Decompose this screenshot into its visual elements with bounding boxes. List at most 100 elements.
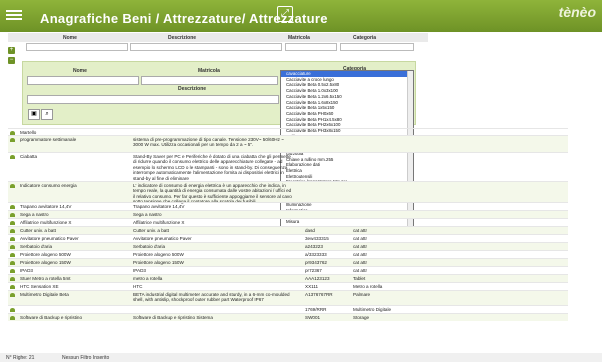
- table-row[interactable]: 1769/RRR Multimetro Digitale: [8, 305, 568, 313]
- cell-desc: Sega a nastro: [133, 212, 162, 217]
- cell-desc: Cutter univ. a batt: [133, 228, 169, 233]
- equipment-icon: [10, 155, 15, 159]
- cell-name: IPAD3: [20, 268, 33, 273]
- cell-desc: Proiettore alogeno 500W: [133, 252, 184, 257]
- nome-label: Nome: [73, 68, 87, 74]
- table-row[interactable]: Cutter univ. a batt Cutter univ. a batt da…: [8, 226, 568, 234]
- status-footer: N° Righe: 21 Nessun Filtro Inserito: [0, 353, 602, 362]
- matricola-label: Matricola: [198, 68, 220, 74]
- filter-row: [8, 43, 428, 51]
- matricola-field[interactable]: [141, 76, 278, 85]
- equipment-icon: [10, 237, 15, 241]
- table-row[interactable]: Avvitatore pneumatico Paver Avvitatore pn…: [8, 234, 568, 242]
- filter-status: Nessun Filtro Inserito: [62, 355, 110, 361]
- cell-desc: Stand-By Saver per PC e Periferiche è do…: [133, 154, 291, 181]
- menu-icon[interactable]: [6, 8, 22, 22]
- cell-categoria: cat attr: [353, 260, 368, 265]
- column-header-descrizione[interactable]: Descrizione: [168, 35, 196, 41]
- filter-matricola-input[interactable]: [285, 43, 337, 51]
- cell-categoria: Palmare: [353, 292, 371, 297]
- nome-field[interactable]: [27, 76, 139, 85]
- cell-name: programmatore settimanale: [20, 137, 77, 142]
- cell-matricola: pr72367: [305, 268, 322, 273]
- grid-header: Nome Descrizione Matricola Categoria: [8, 33, 428, 42]
- equipment-icon: [10, 285, 15, 289]
- cell-name: HTC Sensation XE: [20, 284, 59, 289]
- equipment-icon: [10, 229, 15, 233]
- descrizione-field[interactable]: [27, 95, 279, 104]
- cell-desc: Avvitatore pneumatico Paver: [133, 236, 192, 241]
- table-row[interactable]: Proiettore alogeno 150W Proiettore alogen…: [8, 258, 568, 266]
- filter-categoria-select[interactable]: [340, 43, 414, 51]
- cell-desc: Serbatoio d'aria: [133, 244, 166, 249]
- cell-categoria: Tablet: [353, 276, 366, 281]
- table-row[interactable]: Indicatore consumo energia L' indicatore …: [8, 181, 568, 204]
- expand-icon[interactable]: ⤢: [277, 6, 293, 22]
- save-icon[interactable]: ▣: [28, 109, 40, 120]
- cell-name: Multimetro Digitale Beta: [20, 292, 69, 297]
- filter-descrizione-input[interactable]: [130, 43, 282, 51]
- equipment-icon: [10, 184, 15, 188]
- cell-name: Sega a nastro: [20, 212, 49, 217]
- collapse-icon[interactable]: −: [8, 57, 15, 64]
- table-row[interactable]: Trapano avvitatore 14,4V Trapano avvitato…: [8, 202, 568, 210]
- table-row[interactable]: Martello: [8, 128, 568, 135]
- equipment-icon: [10, 138, 15, 142]
- table-row[interactable]: Ciabatta Stand-By Saver per PC e Periferi…: [8, 152, 568, 181]
- table-row[interactable]: Proiettore alogeno 500W Proiettore alogen…: [8, 250, 568, 258]
- filter-nome-input[interactable]: [26, 43, 128, 51]
- table-row[interactable]: Serbatoio d'aria Serbatoio d'aria a243223 c…: [8, 242, 568, 250]
- cell-name: Trapano avvitatore 14,4V: [20, 204, 72, 209]
- cell-matricola: 3ew433315: [305, 236, 329, 241]
- header-bar: Anagrafiche Beni / Attrezzature/ Attrezz…: [0, 0, 602, 32]
- cell-matricola: dasd: [305, 228, 315, 233]
- cell-matricola: AAA123123: [305, 276, 330, 281]
- cell-categoria: cat attr: [353, 252, 368, 257]
- cell-matricola: A1376767RR: [305, 292, 333, 297]
- equipment-icon: [10, 308, 15, 312]
- cell-name: Cutter univ. a batt: [20, 228, 56, 233]
- equipment-icon: [10, 277, 15, 281]
- equipment-icon: [10, 316, 15, 320]
- search-icon[interactable]: ⌕: [41, 109, 53, 120]
- cell-categoria: Multimetro Digitale: [353, 307, 392, 312]
- equipment-icon: [10, 293, 15, 297]
- table-row[interactable]: HTC Sensation XE HTC XX111 Metro a rotella: [8, 282, 568, 290]
- cell-name: Indicatore consumo energia: [20, 183, 77, 188]
- cell-desc: Trapano avvitatore 14,4V: [133, 204, 185, 209]
- cell-matricola: XX111: [305, 284, 319, 289]
- equipment-icon: [10, 213, 15, 217]
- cell-name: Serbatoio d'aria: [20, 244, 53, 249]
- equipment-icon: [10, 205, 15, 209]
- cell-matricola: pr9343762: [305, 260, 327, 265]
- row-count: N° Righe: 21: [6, 355, 35, 361]
- cell-name: Proiettore alogeno 150W: [20, 260, 71, 265]
- cell-desc: HTC: [133, 284, 143, 289]
- column-header-matricola[interactable]: Matricola: [288, 35, 310, 41]
- cell-categoria: Storage: [353, 315, 370, 320]
- cell-categoria: Metro a rotella: [353, 284, 383, 289]
- cell-matricola: a/3323333: [305, 252, 327, 257]
- cell-desc: metro a rotella: [133, 276, 163, 281]
- cell-name: Software di Backup e ripristino: [20, 315, 83, 320]
- table-row[interactable]: Affilatrice multifunzione X Affilatrice m…: [8, 218, 568, 226]
- column-header-categoria[interactable]: Categoria: [353, 35, 376, 41]
- column-header-nome[interactable]: Nome: [63, 35, 77, 41]
- table-row[interactable]: IPAD3 IPAD3 pr72367 cat attr: [8, 266, 568, 274]
- table-row[interactable]: Sega a nastro Sega a nastro: [8, 210, 568, 218]
- cell-desc: Affilatrice multifunzione X: [133, 220, 185, 225]
- logo: tènèo: [558, 4, 596, 20]
- cell-desc: Proiettore alogeno 150W: [133, 260, 184, 265]
- cell-name: Ciabatta: [20, 154, 38, 159]
- table-row[interactable]: Multimetro Digitale Beta BETA industrial …: [8, 290, 568, 305]
- table-row[interactable]: programmatore settimanale sistema di pre-…: [8, 135, 568, 152]
- cell-matricola: 1769/RRR: [305, 307, 327, 312]
- equipment-icon: [10, 245, 15, 249]
- table-row[interactable]: Software di Backup e ripristino Software …: [8, 313, 568, 321]
- table-row[interactable]: Stuer Metro a rotella 5mt metro a rotella…: [8, 274, 568, 282]
- add-icon[interactable]: +: [8, 47, 15, 54]
- cell-categoria: cat attr: [353, 268, 368, 273]
- cell-categoria: cat attr: [353, 228, 368, 233]
- cell-categoria: cat attr: [353, 236, 368, 241]
- cell-desc: sistema di pre-programmazione di tipo ca…: [133, 137, 284, 148]
